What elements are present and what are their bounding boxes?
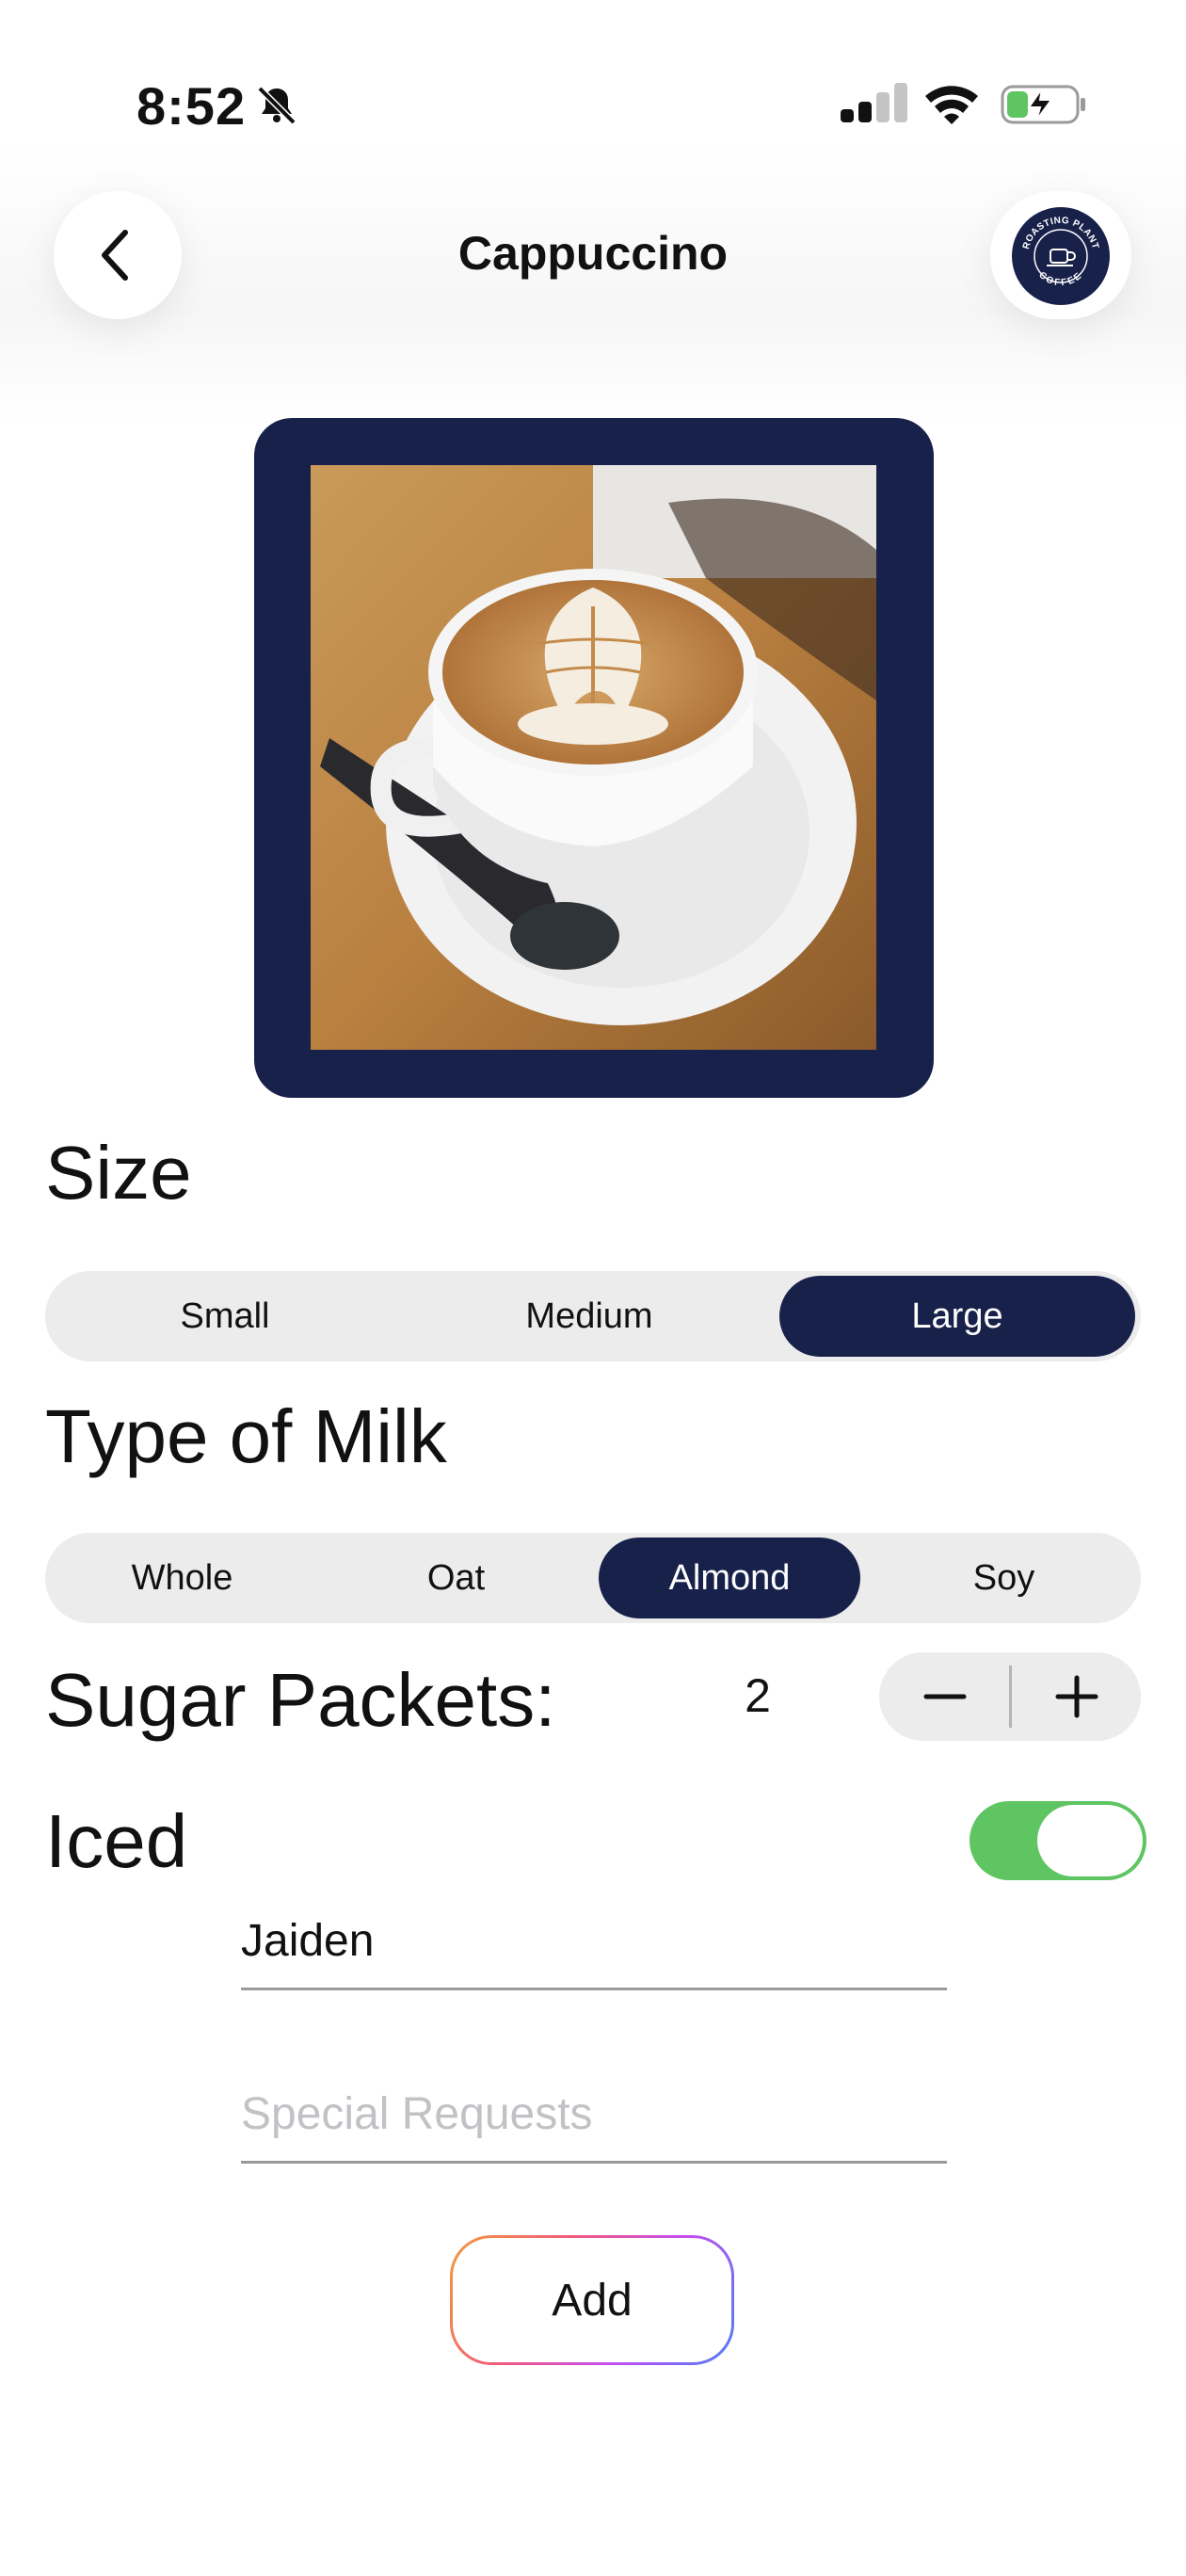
status-time: 8:52 [136, 76, 247, 136]
sugar-stepper [879, 1652, 1141, 1741]
size-segmented-control: Small Medium Large [45, 1271, 1141, 1361]
wifi-icon [925, 86, 978, 124]
add-button-border: Add [450, 2235, 734, 2365]
cellular-signal-icon [841, 83, 907, 122]
size-option-small[interactable]: Small [45, 1271, 405, 1361]
chevron-left-icon [102, 230, 128, 281]
toggle-knob [1037, 1805, 1143, 1876]
milk-option-soy[interactable]: Soy [867, 1533, 1141, 1623]
battery-charging-icon [1001, 85, 1085, 124]
add-button[interactable]: Add [453, 2238, 731, 2362]
special-requests-input[interactable] [241, 2088, 947, 2164]
page-title: Cappuccino [457, 227, 729, 280]
increment-button[interactable] [1012, 1652, 1142, 1741]
minus-icon [923, 1694, 967, 1699]
brand-logo-button[interactable]: ROASTING PLANT COFFEE [990, 191, 1131, 319]
brand-logo: ROASTING PLANT COFFEE [1012, 207, 1110, 305]
milk-segmented-control: Whole Oat Almond Soy [45, 1533, 1141, 1623]
decrement-button[interactable] [879, 1652, 1009, 1741]
size-option-medium[interactable]: Medium [405, 1271, 774, 1361]
cappuccino-photo [311, 465, 876, 1050]
sugar-label: Sugar Packets: [45, 1658, 556, 1742]
milk-label: Type of Milk [45, 1394, 447, 1478]
size-label: Size [45, 1131, 192, 1215]
milk-option-oat[interactable]: Oat [319, 1533, 593, 1623]
iced-label: Iced [45, 1799, 188, 1883]
milk-option-almond[interactable]: Almond [599, 1538, 860, 1618]
plus-icon [1055, 1675, 1098, 1718]
back-button[interactable] [54, 191, 182, 319]
milk-option-whole[interactable]: Whole [45, 1533, 319, 1623]
sugar-count: 2 [745, 1669, 771, 1722]
size-option-large[interactable]: Large [779, 1276, 1135, 1357]
name-input[interactable] [241, 1915, 947, 1990]
iced-toggle[interactable] [970, 1801, 1146, 1880]
bell-muted-icon [257, 86, 296, 125]
